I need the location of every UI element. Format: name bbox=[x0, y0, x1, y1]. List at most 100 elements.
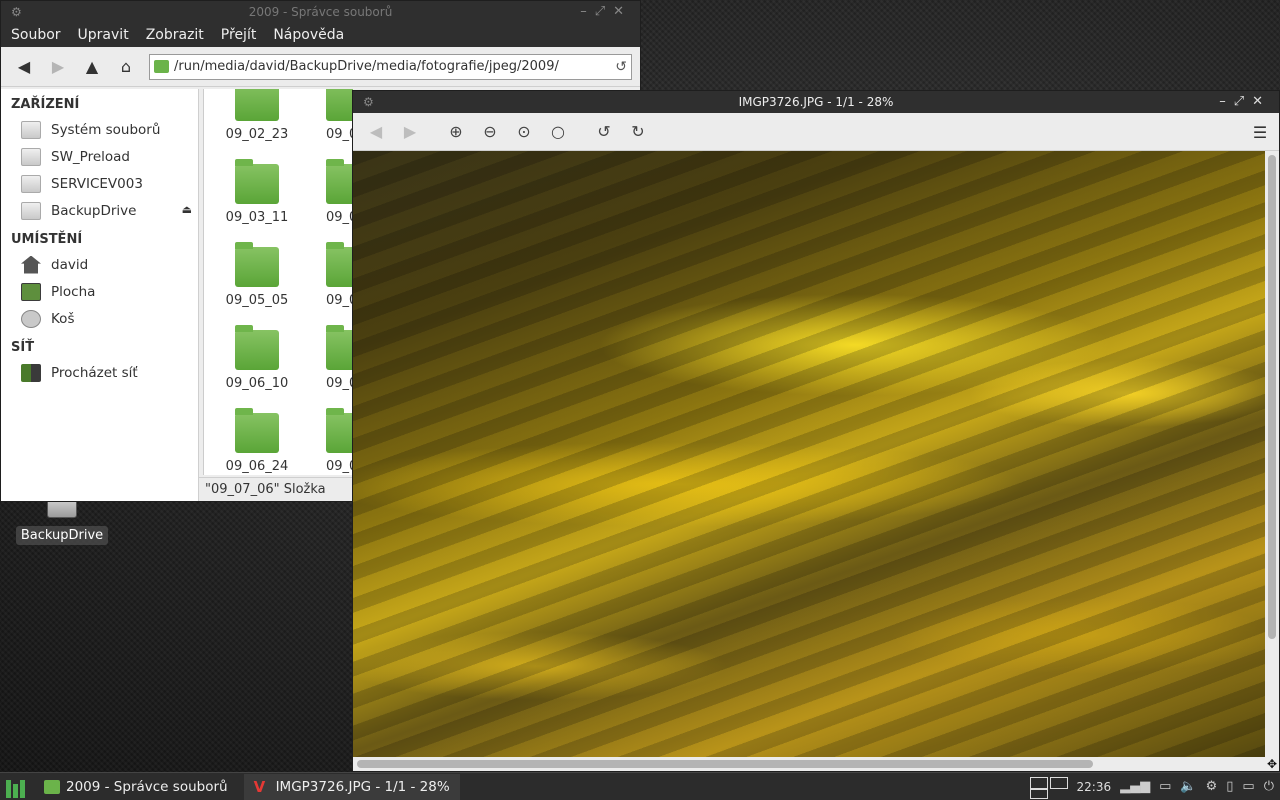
sidebar-item-david[interactable]: david bbox=[1, 251, 198, 278]
sidebar-item-browse-network[interactable]: Procházet síť bbox=[1, 359, 198, 386]
image-viewer-toolbar: ◀ ▶ ⊕ ⊖ ⊙ ○ ↺ ↻ ☰ bbox=[353, 113, 1279, 151]
maximize-icon[interactable]: ⤢ bbox=[1234, 94, 1252, 109]
folder-label: 09_0 bbox=[326, 293, 353, 308]
status-bar: "09_07_06" Složka bbox=[199, 477, 353, 501]
previous-image-icon[interactable]: ◀ bbox=[359, 118, 393, 146]
vertical-scrollbar[interactable] bbox=[1265, 151, 1279, 757]
sidebar-item-label: Plocha bbox=[51, 283, 96, 300]
up-arrow-icon[interactable]: ▲ bbox=[77, 53, 107, 81]
file-manager-titlebar[interactable]: ⚙ 2009 - Správce souborů –⤢✕ bbox=[1, 1, 640, 23]
close-icon[interactable]: ✕ bbox=[613, 4, 632, 19]
zoom-in-icon[interactable]: ⊕ bbox=[439, 118, 473, 146]
rotate-right-icon[interactable]: ↻ bbox=[621, 118, 655, 146]
zoom-fit-icon[interactable]: ○ bbox=[541, 118, 575, 146]
image-viewer-window: ⚙ IMGP3726.JPG - 1/1 - 28% –⤢✕ ◀ ▶ ⊕ ⊖ ⊙… bbox=[352, 90, 1280, 772]
menu-zobrazit[interactable]: Zobrazit bbox=[146, 27, 204, 43]
network-icon bbox=[21, 363, 41, 382]
sidebar-item-servicev003[interactable]: SERVICEV003 bbox=[1, 170, 198, 197]
usb-drive-icon bbox=[21, 201, 41, 220]
properties-list-icon[interactable]: ☰ bbox=[1249, 121, 1271, 143]
scroll-thumb[interactable] bbox=[1268, 155, 1276, 639]
keyboard-layout-icon[interactable]: ▭ bbox=[1159, 779, 1171, 794]
clock[interactable]: 22:36 bbox=[1077, 780, 1112, 794]
eject-icon[interactable]: ⏏ bbox=[182, 203, 192, 216]
folder-label: 09_0 bbox=[326, 459, 353, 474]
back-arrow-icon[interactable]: ◀ bbox=[9, 53, 39, 81]
menu-soubor[interactable]: Soubor bbox=[11, 27, 61, 43]
minimize-icon[interactable]: – bbox=[580, 4, 595, 19]
location-path: /run/media/david/BackupDrive/media/fotog… bbox=[174, 59, 559, 74]
zoom-out-icon[interactable]: ⊖ bbox=[473, 118, 507, 146]
sidebar-item-sw-preload[interactable]: SW_Preload bbox=[1, 143, 198, 170]
folder-item[interactable]: 09_03_11 bbox=[217, 159, 297, 225]
folder-item[interactable]: 09_0 bbox=[300, 325, 353, 391]
menu-upravit[interactable]: Upravit bbox=[78, 27, 129, 43]
folder-item[interactable]: 09_05_05 bbox=[217, 242, 297, 308]
window-controls: –⤢✕ bbox=[1219, 91, 1271, 113]
close-icon[interactable]: ✕ bbox=[1252, 94, 1271, 109]
next-image-icon[interactable]: ▶ bbox=[393, 118, 427, 146]
power-icon[interactable]: ⏻ bbox=[1264, 779, 1274, 794]
folder-item[interactable]: 09_06_10 bbox=[217, 325, 297, 391]
scroll-thumb[interactable] bbox=[357, 760, 1093, 768]
desktop-icon-label: BackupDrive bbox=[15, 526, 109, 545]
task-file-manager[interactable]: 2009 - Správce souborů bbox=[34, 774, 238, 800]
settings-gear-icon[interactable]: ⚙ bbox=[1206, 779, 1218, 794]
signal-icon[interactable]: ▂▄▆ bbox=[1120, 779, 1150, 794]
folder-item[interactable]: 09_0 bbox=[300, 408, 353, 474]
rotate-left-icon[interactable]: ↺ bbox=[587, 118, 621, 146]
window-menu-gear-icon[interactable]: ⚙ bbox=[11, 1, 22, 23]
sidebar-item-label: SERVICEV003 bbox=[51, 175, 143, 192]
task-image-viewer[interactable]: V IMGP3726.JPG - 1/1 - 28% bbox=[243, 773, 460, 800]
sidebar-item-backupdrive[interactable]: BackupDrive ⏏ bbox=[1, 197, 198, 224]
application-menu-icon[interactable] bbox=[6, 776, 28, 798]
menu-prejit[interactable]: Přejít bbox=[221, 27, 257, 43]
home-icon[interactable]: ⌂ bbox=[111, 53, 141, 81]
sidebar-item-filesystem[interactable]: Systém souborů bbox=[1, 116, 198, 143]
sidebar-item-label: Koš bbox=[51, 310, 75, 327]
sidebar-item-plocha[interactable]: Plocha bbox=[1, 278, 198, 305]
drive-icon bbox=[21, 147, 41, 166]
image-canvas[interactable] bbox=[353, 151, 1265, 757]
maximize-icon[interactable]: ⤢ bbox=[595, 4, 613, 19]
menubar: Soubor Upravit Zobrazit Přejít Nápověda bbox=[1, 23, 640, 47]
desktop-icon-backupdrive[interactable]: BackupDrive bbox=[14, 496, 110, 556]
folder-icon bbox=[235, 89, 279, 121]
window-controls: –⤢✕ bbox=[580, 1, 632, 23]
folder-item[interactable]: 09_0 bbox=[300, 242, 353, 308]
clipboard-icon[interactable]: ▯ bbox=[1226, 779, 1233, 794]
sidebar-item-kos[interactable]: Koš bbox=[1, 305, 198, 332]
forward-arrow-icon[interactable]: ▶ bbox=[43, 53, 73, 81]
horizontal-scrollbar[interactable] bbox=[353, 757, 1265, 771]
sidebar-heading-devices: ZAŘÍZENÍ bbox=[11, 97, 80, 112]
window-menu-gear-icon[interactable]: ⚙ bbox=[363, 91, 374, 113]
folder-item[interactable]: 09_02_23 bbox=[217, 89, 297, 142]
folder-item[interactable]: 09_0 bbox=[300, 159, 353, 225]
folder-label: 09_05_05 bbox=[225, 293, 289, 308]
sidebar-heading-places: UMÍSTĚNÍ bbox=[11, 232, 83, 247]
folder-label: 09_0 bbox=[326, 376, 353, 391]
sidebar-item-label: Systém souborů bbox=[51, 121, 161, 138]
battery-icon[interactable]: ▭ bbox=[1242, 779, 1254, 794]
menu-napoveda[interactable]: Nápověda bbox=[273, 27, 344, 43]
image-viewer-titlebar[interactable]: ⚙ IMGP3726.JPG - 1/1 - 28% –⤢✕ bbox=[353, 91, 1279, 113]
zoom-original-icon[interactable]: ⊙ bbox=[507, 118, 541, 146]
window-title: 2009 - Správce souborů bbox=[248, 5, 393, 19]
folder-icon bbox=[326, 89, 353, 121]
resize-grip-icon[interactable]: ✥ bbox=[1265, 757, 1279, 771]
folder-grid: 09_02_23 09_0 09_03_11 09_0 09_05_05 09_… bbox=[203, 89, 353, 475]
sidebar-item-label: david bbox=[51, 256, 89, 273]
file-manager-toolbar: ◀ ▶ ▲ ⌂ /run/media/david/BackupDrive/med… bbox=[1, 47, 640, 87]
folder-item[interactable]: 09_0 bbox=[300, 89, 353, 142]
task-label: IMGP3726.JPG - 1/1 - 28% bbox=[275, 778, 450, 795]
minimize-icon[interactable]: – bbox=[1219, 94, 1234, 109]
folder-item[interactable]: 09_06_24 bbox=[217, 408, 297, 474]
location-bar[interactable]: /run/media/david/BackupDrive/media/fotog… bbox=[149, 53, 632, 80]
workspace-switcher-icon[interactable] bbox=[1029, 775, 1068, 799]
trash-icon bbox=[21, 309, 41, 328]
reload-icon[interactable]: ↺ bbox=[615, 59, 627, 75]
folder-icon bbox=[326, 242, 353, 287]
window-title: IMGP3726.JPG - 1/1 - 28% bbox=[738, 95, 894, 109]
volume-icon[interactable]: 🔈 bbox=[1180, 779, 1196, 794]
sidebar-item-label: BackupDrive bbox=[51, 202, 137, 219]
